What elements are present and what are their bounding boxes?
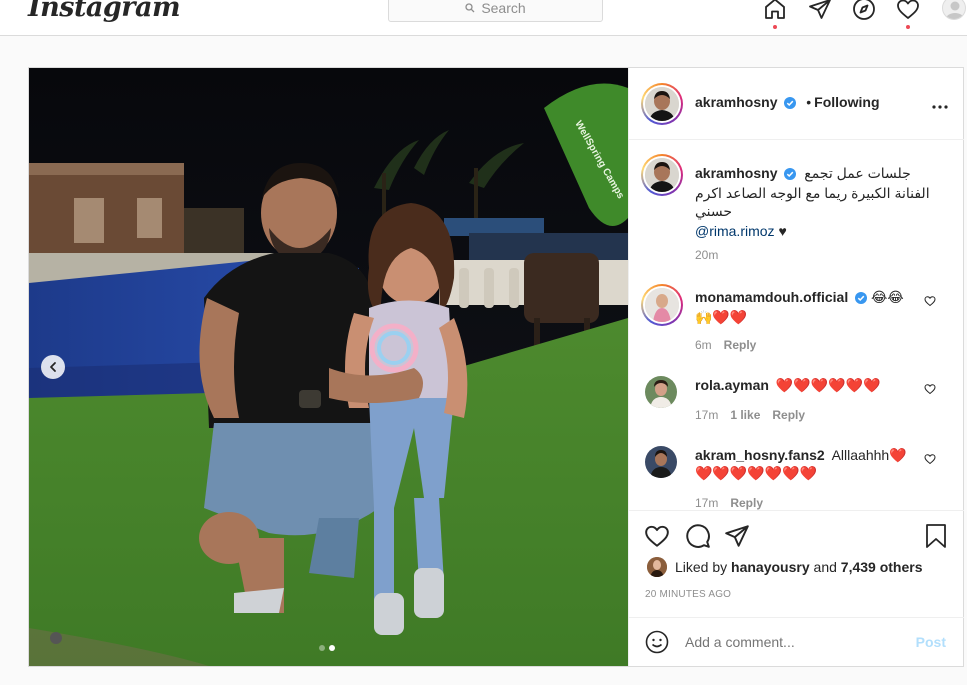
commenter-avatar[interactable] bbox=[645, 376, 677, 408]
search-icon bbox=[465, 3, 475, 13]
commenter-avatar[interactable] bbox=[641, 284, 683, 326]
save-bookmark-icon[interactable] bbox=[924, 523, 948, 552]
carousel-dot bbox=[319, 645, 325, 651]
chevron-left-icon bbox=[50, 362, 56, 372]
comment-text: Alllaahhh❤️ bbox=[831, 447, 907, 463]
direct-icon[interactable] bbox=[807, 0, 833, 22]
caption-text-block: akramhosny جلسات عمل تجمع الفنانة الكبير… bbox=[695, 164, 935, 240]
caption-time[interactable]: 20m bbox=[695, 248, 718, 262]
author-line: akramhosny • Following bbox=[695, 94, 880, 112]
comment-meta: 17m Reply bbox=[695, 496, 763, 510]
comment-like-heart-icon[interactable] bbox=[924, 452, 936, 468]
liked-by-avatar[interactable] bbox=[647, 557, 667, 577]
more-options-icon[interactable] bbox=[932, 96, 948, 112]
author-username[interactable]: akramhosny bbox=[695, 94, 777, 110]
carousel-indicator bbox=[319, 645, 335, 651]
liked-by-others[interactable]: 7,439 others bbox=[841, 559, 923, 575]
caption-line-3: حسني bbox=[695, 203, 733, 219]
share-direct-icon[interactable] bbox=[724, 523, 750, 552]
liked-by-line: Liked by hanayousry and 7,439 others bbox=[647, 557, 923, 577]
comment-text-block: monamamdouh.official 😂😂 🙌❤️❤️ bbox=[695, 288, 915, 326]
author-avatar[interactable] bbox=[641, 83, 683, 125]
reply-button[interactable]: Reply bbox=[772, 408, 805, 422]
search-box[interactable]: Search bbox=[388, 0, 603, 22]
caption-username[interactable]: akramhosny bbox=[695, 165, 777, 181]
comment-text-line-2: ❤️❤️❤️❤️❤️❤️❤️ bbox=[695, 465, 818, 481]
add-comment-input[interactable] bbox=[685, 634, 905, 650]
comment-meta: 6m Reply bbox=[695, 338, 756, 352]
caption-mention-link[interactable]: @rima.rimoz bbox=[695, 223, 775, 239]
search-placeholder: Search bbox=[481, 0, 526, 16]
comment-meta: 17m 1 like Reply bbox=[695, 408, 805, 422]
comment-time[interactable]: 17m bbox=[695, 496, 718, 510]
comment-username[interactable]: rola.ayman bbox=[695, 377, 769, 393]
liked-by-user[interactable]: hanayousry bbox=[731, 559, 810, 575]
comment-text: 😂😂 bbox=[871, 289, 904, 305]
home-icon[interactable] bbox=[762, 0, 788, 22]
comment-username[interactable]: monamamdouh.official bbox=[695, 289, 848, 305]
home-notification-dot bbox=[773, 25, 777, 29]
liked-by-prefix: Liked by bbox=[675, 559, 728, 575]
caption-author-avatar[interactable] bbox=[641, 154, 683, 196]
comment-text-block: rola.ayman ❤️❤️❤️❤️❤️❤️ bbox=[695, 376, 915, 394]
post-actions: Liked by hanayousry and 7,439 others 20 … bbox=[629, 510, 964, 666]
caption-heart: ♥ bbox=[778, 223, 787, 239]
separator-dot: • bbox=[806, 94, 812, 110]
top-nav: Instagram Search bbox=[0, 0, 967, 36]
comment-like-heart-icon[interactable] bbox=[924, 294, 936, 310]
carousel-prev-button[interactable] bbox=[41, 355, 65, 379]
comment-time[interactable]: 17m bbox=[695, 408, 718, 422]
comment-username[interactable]: akram_hosny.fans2 bbox=[695, 447, 825, 463]
post-card: WellSpring Camps akramhosny • Following … bbox=[28, 67, 964, 667]
following-button[interactable]: Following bbox=[814, 94, 879, 110]
activity-notification-dot bbox=[906, 25, 910, 29]
comment-bubble-icon[interactable] bbox=[685, 523, 711, 552]
comment-like-heart-icon[interactable] bbox=[924, 382, 936, 398]
explore-icon[interactable] bbox=[851, 0, 877, 22]
like-heart-icon[interactable] bbox=[644, 523, 670, 552]
reply-button[interactable]: Reply bbox=[730, 496, 763, 510]
reply-button[interactable]: Reply bbox=[724, 338, 757, 352]
post-timestamp[interactable]: 20 MINUTES AGO bbox=[645, 589, 731, 600]
add-comment-bar: Post bbox=[629, 617, 964, 667]
comment-text-block: akram_hosny.fans2 Alllaahhh❤️ ❤️❤️❤️❤️❤️… bbox=[695, 446, 915, 482]
carousel-dot-active bbox=[329, 645, 335, 651]
post-comment-button[interactable]: Post bbox=[916, 634, 946, 650]
verified-badge-icon bbox=[855, 290, 868, 308]
comments-section[interactable]: akramhosny جلسات عمل تجمع الفنانة الكبير… bbox=[629, 140, 964, 510]
liked-by-and: and bbox=[813, 559, 837, 575]
caption-line-2: الفنانة الكبيرة ريما مع الوجه الصاعد اكر… bbox=[695, 185, 930, 201]
profile-avatar[interactable] bbox=[942, 0, 966, 20]
verified-badge-icon bbox=[784, 166, 797, 184]
comment-text: ❤️❤️❤️❤️❤️❤️ bbox=[775, 377, 881, 393]
commenter-avatar[interactable] bbox=[645, 446, 677, 478]
comment-likes-count[interactable]: 1 like bbox=[730, 408, 760, 422]
post-photo[interactable]: WellSpring Camps bbox=[29, 68, 628, 666]
comment-time[interactable]: 6m bbox=[695, 338, 712, 352]
caption-line-1: جلسات عمل تجمع bbox=[804, 165, 911, 181]
emoji-smile-icon[interactable] bbox=[645, 630, 669, 657]
post-header: akramhosny • Following bbox=[629, 68, 964, 140]
post-side-panel: akramhosny • Following akramhosny جلسات … bbox=[628, 68, 964, 666]
instagram-logo[interactable]: Instagram bbox=[28, 0, 181, 23]
comment-text-line-2: 🙌❤️❤️ bbox=[695, 309, 748, 325]
activity-heart-icon[interactable] bbox=[895, 0, 921, 22]
verified-badge-icon bbox=[784, 96, 797, 112]
photo-illustration: WellSpring Camps bbox=[29, 68, 628, 666]
